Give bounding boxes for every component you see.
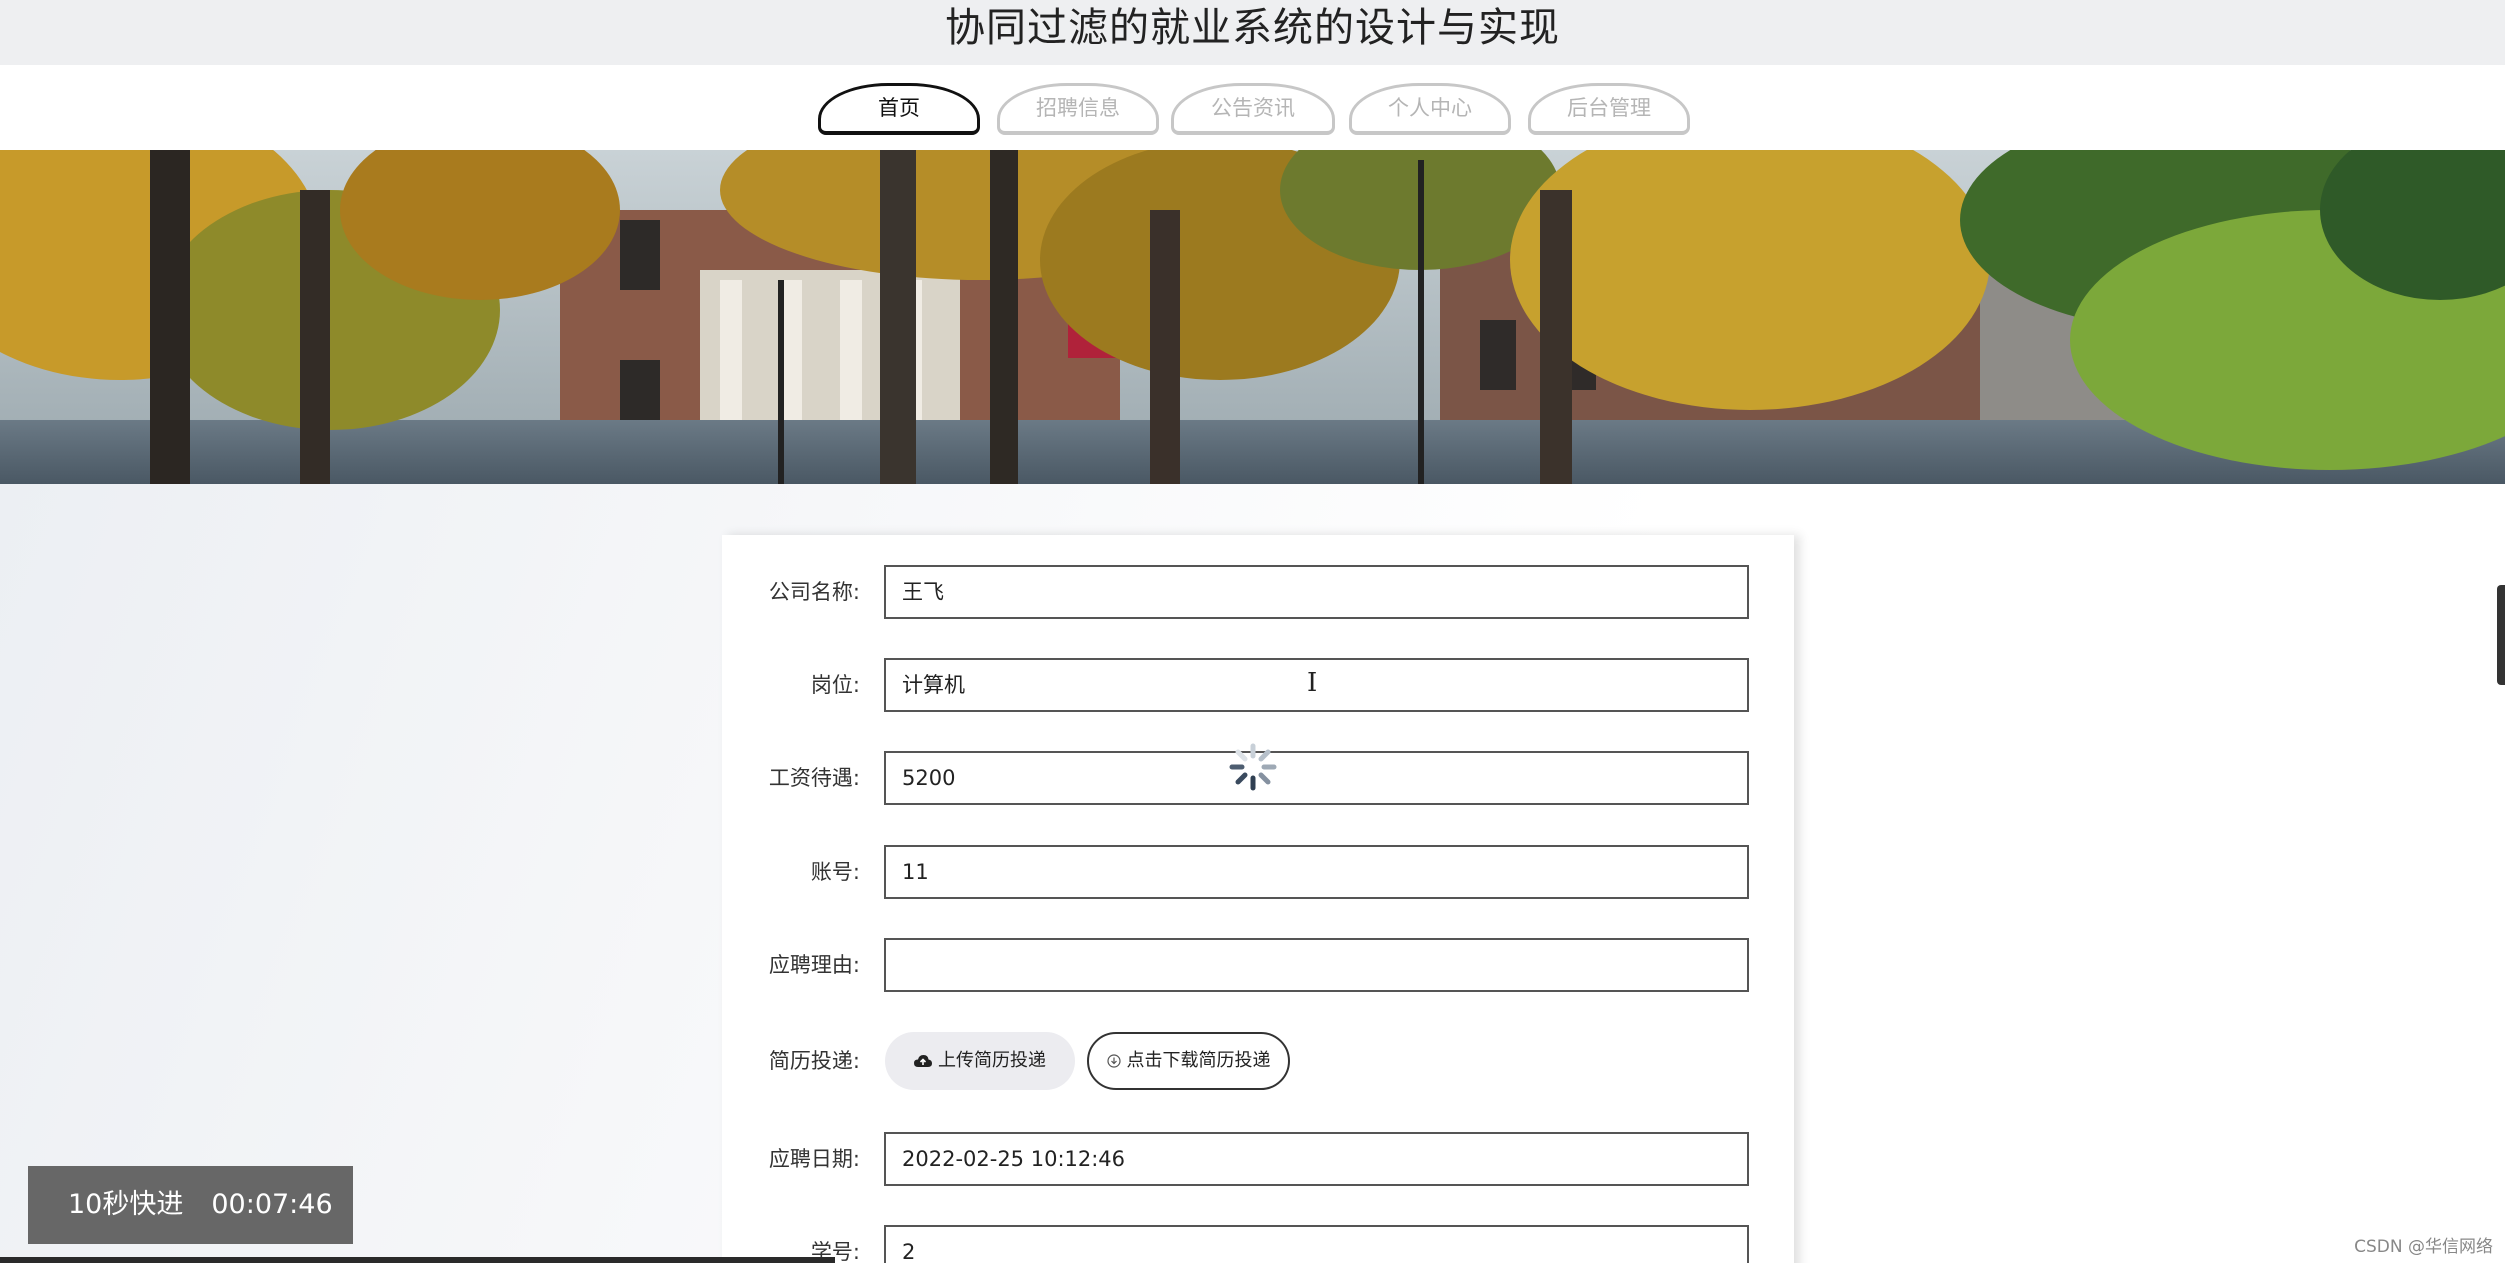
scrollbar-thumb[interactable] xyxy=(2497,585,2505,685)
campus-banner-image xyxy=(0,150,2505,484)
form-row-account: 账号: 11 xyxy=(722,845,1794,899)
video-timestamp: 00:07:46 xyxy=(211,1189,333,1220)
video-skip-overlay[interactable]: 10秒快进 00:07:46 xyxy=(28,1166,353,1244)
account-field[interactable]: 11 xyxy=(884,845,1749,899)
form-row-position: 岗位: 计算机 xyxy=(722,658,1794,712)
tab-announcements[interactable]: 公告资讯 xyxy=(1171,83,1335,135)
site-title: 协同过滤的就业系统的设计与实现 xyxy=(945,5,1560,51)
tab-admin[interactable]: 后台管理 xyxy=(1528,83,1690,135)
account-label: 账号: xyxy=(810,860,860,884)
apply-date-label: 应聘日期: xyxy=(768,1147,860,1171)
download-resume-label: 点击下载简历投递 xyxy=(1126,1050,1271,1071)
tab-jobs[interactable]: 招聘信息 xyxy=(997,83,1159,135)
salary-label: 工资待遇: xyxy=(768,766,860,790)
reason-label: 应聘理由: xyxy=(768,953,860,977)
form-row-apply-date: 应聘日期: 2022-02-25 10:12:46 xyxy=(722,1132,1794,1186)
main-nav: 首页 招聘信息 公告资讯 个人中心 后台管理 xyxy=(0,65,2505,150)
form-row-resume: 简历投递: 上传简历投递 点击下载简历投递 xyxy=(722,1032,1794,1090)
video-progress-bar[interactable] xyxy=(0,1257,835,1263)
download-resume-button[interactable]: 点击下载简历投递 xyxy=(1087,1032,1290,1090)
upload-resume-button[interactable]: 上传简历投递 xyxy=(885,1032,1075,1090)
resume-label: 简历投递: xyxy=(768,1049,860,1073)
student-id-field[interactable]: 2 xyxy=(884,1225,1749,1263)
form-row-student-id: 学号: 2 xyxy=(722,1225,1794,1263)
tab-personal-center[interactable]: 个人中心 xyxy=(1349,83,1511,135)
download-circle-icon xyxy=(1106,1054,1121,1068)
loading-spinner-icon xyxy=(1229,743,1277,791)
watermark: CSDN @华信网络 xyxy=(2354,1237,2493,1257)
position-label: 岗位: xyxy=(810,673,860,697)
tab-home[interactable]: 首页 xyxy=(818,83,980,135)
company-name-field[interactable]: 王飞 xyxy=(884,565,1749,619)
text-cursor-icon: I xyxy=(1307,668,1318,698)
salary-field[interactable]: 5200 xyxy=(884,751,1749,805)
application-form: 公司名称: 王飞 岗位: 计算机 工资待遇: 5200 账号: 11 应聘理由:… xyxy=(722,535,1794,1263)
company-label: 公司名称: xyxy=(768,580,860,604)
site-header: 协同过滤的就业系统的设计与实现 xyxy=(0,0,2505,65)
upload-resume-label: 上传简历投递 xyxy=(938,1050,1046,1071)
application-reason-field[interactable] xyxy=(884,938,1749,992)
form-row-company: 公司名称: 王飞 xyxy=(722,565,1794,619)
page: 协同过滤的就业系统的设计与实现 首页 招聘信息 公告资讯 个人中心 后台管理 公… xyxy=(0,0,2505,1263)
cloud-upload-icon xyxy=(914,1055,932,1067)
skip-forward-label: 10秒快进 xyxy=(68,1189,184,1220)
apply-date-field[interactable]: 2022-02-25 10:12:46 xyxy=(884,1132,1749,1186)
form-row-reason: 应聘理由: xyxy=(722,938,1794,992)
